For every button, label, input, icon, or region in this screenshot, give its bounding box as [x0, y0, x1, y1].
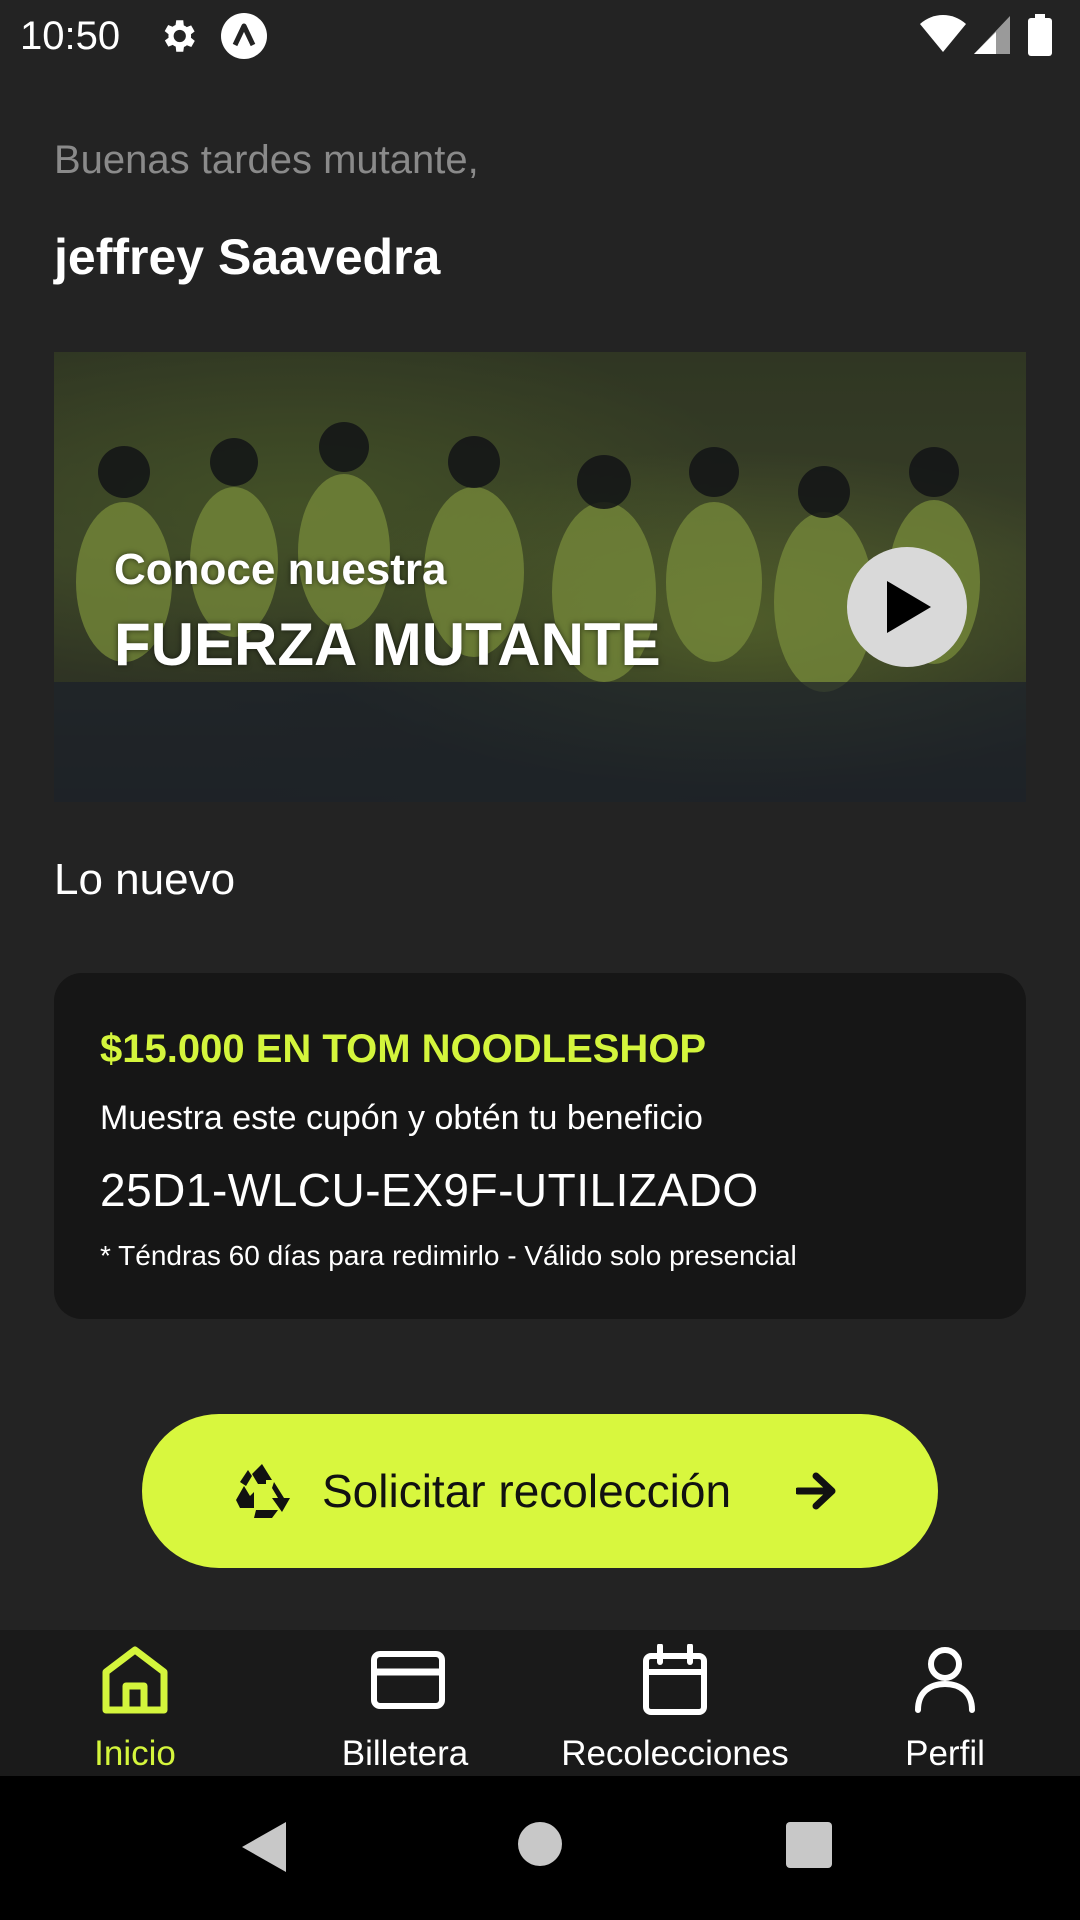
nav-label-inicio: Inicio — [94, 1734, 176, 1773]
coupon-card[interactable]: $15.000 EN TOM NOODLESHOP Muestra este c… — [54, 973, 1026, 1319]
arrow-right-icon — [796, 1472, 836, 1510]
banner-title: FUERZA MUTANTE — [114, 611, 661, 678]
video-banner[interactable]: Conoce nuestra FUERZA MUTANTE — [54, 352, 1026, 802]
bottom-navigation: Inicio Billetera Recolecciones Perfil — [0, 1630, 1080, 1776]
wallet-card-icon — [371, 1651, 445, 1709]
greeting-text: Buenas tardes mutante, — [54, 138, 479, 182]
nav-item-inicio[interactable]: Inicio — [0, 1630, 270, 1776]
status-icons — [920, 14, 1060, 58]
nav-label-billetera: Billetera — [341, 1734, 469, 1773]
back-icon[interactable] — [242, 1822, 286, 1872]
nav-item-perfil[interactable]: Perfil — [810, 1630, 1080, 1776]
play-icon — [887, 581, 931, 633]
request-collection-label: Solicitar recolección — [322, 1465, 732, 1517]
nav-item-billetera[interactable]: Billetera — [270, 1630, 540, 1776]
battery-icon — [1028, 14, 1052, 56]
coupon-note: * Téndras 60 días para redimirlo - Válid… — [100, 1240, 797, 1271]
request-collection-button[interactable]: Solicitar recolección — [142, 1414, 938, 1568]
nav-label-perfil: Perfil — [905, 1734, 985, 1773]
status-time: 10:50 — [20, 14, 121, 58]
recycle-icon — [236, 1464, 290, 1518]
signal-icon — [974, 16, 1010, 54]
calendar-icon — [643, 1644, 707, 1715]
nav-item-recolecciones[interactable]: Recolecciones — [540, 1630, 810, 1776]
coupon-description: Muestra este cupón y obtén tu beneficio — [100, 1099, 703, 1137]
coupon-title: $15.000 EN TOM NOODLESHOP — [100, 1027, 707, 1071]
status-bar: 10:50 — [0, 0, 1080, 74]
user-name: jeffrey Saavedra — [54, 229, 441, 285]
home-button-icon[interactable] — [518, 1822, 562, 1866]
home-icon — [102, 1646, 168, 1714]
section-title-news: Lo nuevo — [54, 855, 236, 904]
recent-apps-icon[interactable] — [786, 1822, 832, 1868]
coupon-code: 25D1-WLCU-EX9F-UTILIZADO — [100, 1164, 759, 1216]
system-navigation-bar — [0, 1776, 1080, 1920]
user-icon — [915, 1647, 975, 1713]
gear-icon — [164, 20, 195, 52]
play-button[interactable] — [847, 547, 967, 667]
app-notification-icon — [221, 13, 267, 59]
wifi-icon — [920, 15, 966, 52]
nav-label-recolecciones: Recolecciones — [561, 1734, 789, 1773]
banner-subtitle: Conoce nuestra — [114, 545, 447, 594]
